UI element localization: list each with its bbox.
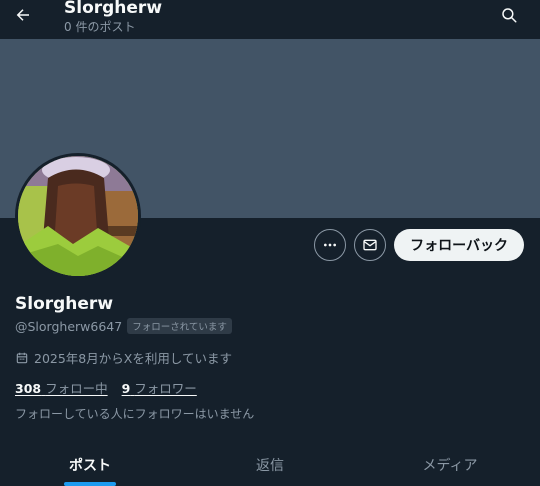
follow-back-button[interactable]: フォローバック <box>394 229 524 261</box>
header-title-block: Slorgherw 0 件のポスト <box>64 0 162 35</box>
handle-row: @Slorgherw6647 フォローされています <box>15 318 232 334</box>
calendar-icon <box>16 352 28 363</box>
profile-tabs: ポスト 返信 メディア <box>0 437 540 486</box>
tab-posts[interactable]: ポスト <box>0 437 180 486</box>
profile-name: Slorgherw <box>15 294 114 314</box>
mail-icon <box>363 239 377 251</box>
followers-link[interactable]: 9 フォロワー <box>122 378 197 397</box>
more-icon <box>324 243 337 247</box>
followers-note: フォローしている人にフォロワーはいません <box>15 407 255 421</box>
search-button[interactable] <box>498 4 520 26</box>
tab-label: メディア <box>422 458 478 474</box>
more-button[interactable] <box>314 229 347 261</box>
tab-replies[interactable]: 返信 <box>180 437 360 486</box>
followers-label: フォロワー <box>134 381 197 396</box>
follow-stats: 308 フォロー中 9 フォロワー <box>15 378 197 397</box>
top-bar: Slorgherw 0 件のポスト <box>0 0 540 39</box>
message-button[interactable] <box>354 229 387 261</box>
following-label: フォロー中 <box>45 381 108 396</box>
active-tab-indicator <box>64 482 116 486</box>
tab-label: 返信 <box>256 458 284 474</box>
joined-date: 2025年8月からXを利用しています <box>34 351 232 366</box>
follows-you-badge: フォローされています <box>127 318 232 334</box>
following-count: 308 <box>15 381 42 396</box>
avatar[interactable] <box>15 153 141 279</box>
search-icon <box>502 8 517 23</box>
tab-media[interactable]: メディア <box>360 437 540 486</box>
page-title: Slorgherw <box>64 0 163 18</box>
profile-handle: @Slorgherw6647 <box>15 318 123 334</box>
followers-count: 9 <box>121 381 131 396</box>
profile-actions: フォローバック <box>314 229 524 261</box>
joined-row: 2025年8月からXを利用しています <box>15 348 232 367</box>
following-link[interactable]: 308 フォロー中 <box>15 378 108 397</box>
back-button[interactable] <box>10 4 36 26</box>
arrow-left-icon <box>16 9 29 21</box>
post-count: 0 件のポスト <box>64 20 136 34</box>
